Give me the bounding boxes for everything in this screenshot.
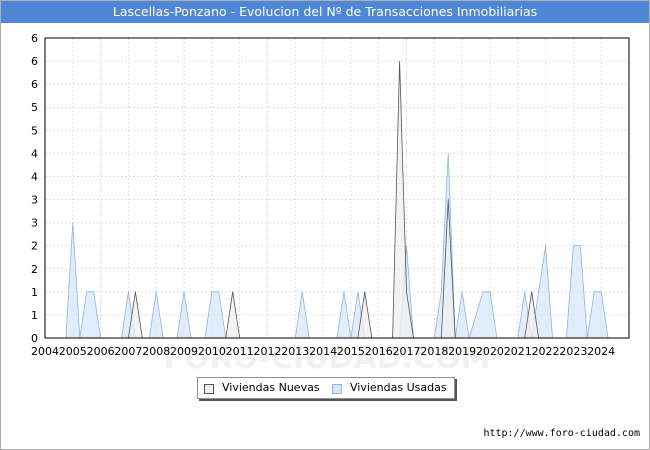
y-tick-label: 2 [31, 240, 38, 253]
legend-swatch-nuevas [204, 384, 214, 394]
x-tick-label: 2012 [253, 345, 281, 358]
x-tick-label: 2011 [226, 345, 254, 358]
y-tick-label: 2 [31, 263, 38, 276]
y-tick-label: 1 [31, 309, 38, 322]
legend: Viviendas Nuevas Viviendas Usadas [197, 377, 455, 399]
source-url[interactable]: http://www.foro-ciudad.com [483, 428, 640, 439]
legend-swatch-usadas [332, 384, 342, 394]
y-tick-label: 5 [31, 101, 38, 114]
y-tick-label: 0 [31, 332, 38, 345]
x-tick-label: 2021 [504, 345, 532, 358]
x-tick-label: 2007 [114, 345, 142, 358]
y-tick-label: 5 [31, 124, 38, 137]
y-tick-label: 3 [31, 194, 38, 207]
x-tick-label: 2023 [559, 345, 587, 358]
x-tick-label: 2009 [170, 345, 198, 358]
x-tick-label: 2014 [309, 345, 337, 358]
y-tick-label: 6 [31, 32, 38, 45]
legend-label-usadas: Viviendas Usadas [350, 381, 447, 394]
x-tick-label: 2015 [337, 345, 365, 358]
legend-label-nuevas: Viviendas Nuevas [222, 381, 320, 394]
x-tick-label: 2022 [532, 345, 560, 358]
x-tick-label: 2020 [476, 345, 504, 358]
y-tick-label: 4 [31, 170, 38, 183]
x-tick-label: 2017 [393, 345, 421, 358]
x-tick-label: 2006 [87, 345, 115, 358]
x-tick-label: 2010 [198, 345, 226, 358]
x-tick-label: 2005 [59, 345, 87, 358]
y-tick-label: 4 [31, 147, 38, 160]
y-tick-label: 1 [31, 286, 38, 299]
x-tick-label: 2018 [420, 345, 448, 358]
x-tick-label: 2013 [281, 345, 309, 358]
x-tick-label: 2004 [31, 345, 59, 358]
x-tick-label: 2024 [587, 345, 615, 358]
x-tick-label: 2008 [142, 345, 170, 358]
y-tick-label: 3 [31, 217, 38, 230]
x-tick-label: 2016 [365, 345, 393, 358]
y-tick-label: 6 [31, 55, 38, 68]
x-tick-label: 2019 [448, 345, 476, 358]
y-tick-label: 6 [31, 78, 38, 91]
